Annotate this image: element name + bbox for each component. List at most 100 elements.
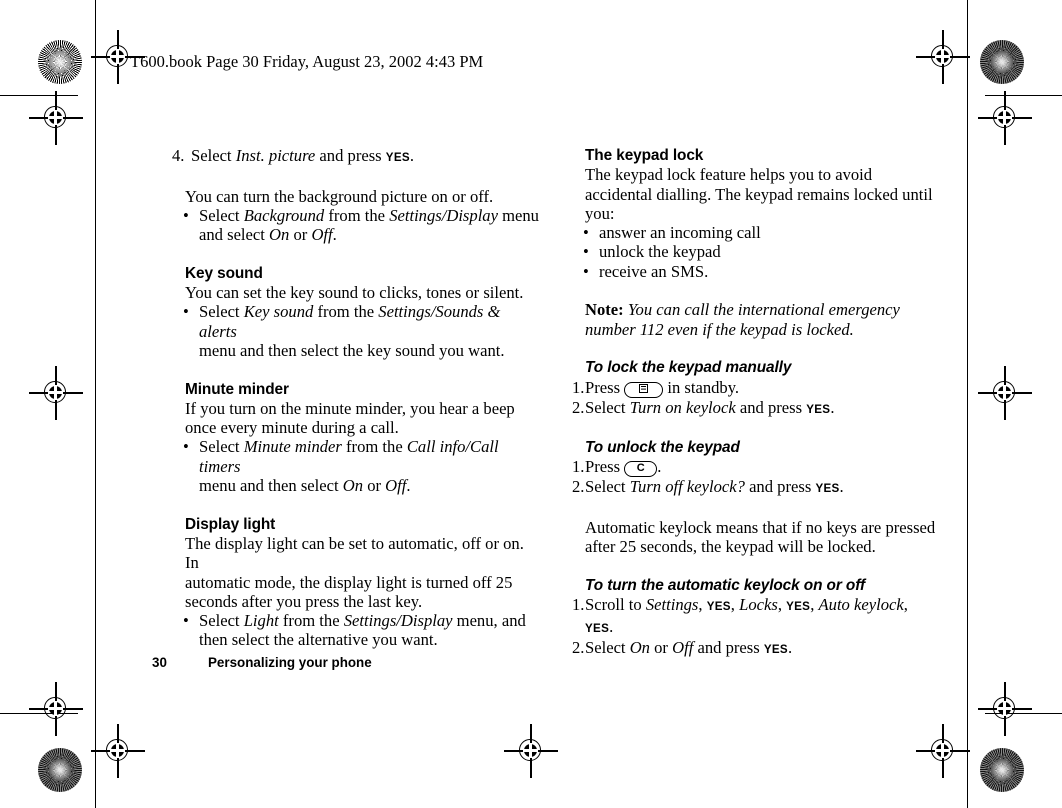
heading-to-unlock-keypad: To unlock the keypad [585,439,740,457]
page-number: 30 [152,655,167,670]
option-on: On [629,637,650,657]
note-block: Note: You can call the international eme… [585,300,939,339]
vertical-gap [165,360,539,379]
list-item-auto-step-2: 2. Select On or Off and press YES. [572,637,793,657]
registration-mark-left-lower [29,682,83,736]
heading-to-turn-automatic-keylock: To turn the automatic keylock on or off [585,576,865,594]
keypad-lock-description-line-2: accidental dialling. The keypad remains … [585,184,933,204]
menu-item-name: Turn on keylock [629,397,736,417]
list-item: • receive an SMS. [583,261,939,281]
menu-item-name: Light [243,611,279,631]
bullet-marker: • [583,261,589,281]
registration-mark-left-middle [29,366,83,420]
registration-mark-right-lower [978,682,1032,736]
trim-line-top-right-horizontal [985,95,1062,96]
print-density-target-bottom-right [980,748,1024,792]
list-item: • answer an incoming call [583,223,939,243]
clear-key-icon: C [624,461,658,478]
minute-minder-description-line-2: once every minute during a call. [185,418,399,438]
yes-key-label: YES [815,482,840,496]
heading-minute-minder: Minute minder [185,380,289,398]
menu-path: Settings/Display [343,611,453,631]
list-item: • unlock the keypad [583,242,939,262]
heading-to-lock-keypad-manually: To lock the keypad manually [585,359,792,377]
list-item-lock-step-2: 2. Select Turn on keylock and press YES. [572,397,835,417]
vertical-gap [165,167,539,186]
display-light-description-line-2: automatic mode, the display light is tur… [185,572,513,592]
list-marker: 2. [572,397,585,417]
left-text-column: 4. Select Inst. picture and press YES. Yo… [165,146,539,650]
list-item-lock-step-1: 1. Press in standby. [572,377,740,398]
vertical-gap [565,339,939,358]
vertical-gap [165,495,539,514]
yes-key-label: YES [786,600,811,614]
yes-key-label: YES [585,621,610,635]
background-description: You can turn the background picture on o… [185,186,494,206]
yes-key-label: YES [806,402,831,416]
list-item-auto-step-1: 1. Scroll to Settings, YES, Locks, YES, A… [572,595,908,636]
option-off: Off [672,637,694,657]
list-item-unlock-step-1: 1. Press C. [572,457,662,478]
menu-settings: Settings [645,595,699,615]
bullet-marker: • [183,611,189,631]
list-marker: 2. [572,477,585,497]
vertical-gap [565,557,939,576]
menu-locks: Locks [739,595,778,615]
list-item-step-4: 4. Select Inst. picture and press YES. [172,146,415,165]
option-off: Off [311,225,333,245]
note-text-line-1: You can call the international emergency [623,300,900,320]
registration-mark-bottom-right [916,724,970,778]
bullet-marker: • [583,242,589,262]
registration-mark-right-upper [978,91,1032,145]
display-light-description-line-1: The display light can be set to automati… [185,533,524,573]
registration-mark-top-right [916,30,970,84]
bullet-marker: • [583,223,589,243]
note-text-line-2: number 112 even if the keypad is locked. [585,319,854,339]
right-text-column: The keypad lock The keypad lock feature … [565,146,939,659]
registration-mark-bottom-center [504,724,558,778]
automatic-keylock-description-line-2: after 25 seconds, the keypad will be loc… [585,537,876,557]
heading-display-light: Display light [185,515,276,533]
option-off: Off [385,476,407,496]
menu-item-name: Background [243,205,325,225]
list-item-minute-minder: • Select Minute minder from the Call info… [183,437,499,496]
menu-key-icon [624,381,664,398]
display-light-description-line-3: seconds after you press the last key. [185,591,423,611]
list-item-label: answer an incoming call [599,223,761,243]
print-density-target-top-right [980,40,1024,84]
registration-mark-bottom-left [91,724,145,778]
print-density-target-top-left [38,40,82,84]
trim-line-top-left-horizontal [0,95,78,96]
menu-item-name: Minute minder [243,437,342,457]
bullet-marker: • [183,205,189,225]
menu-item-name: Key sound [243,302,314,322]
automatic-keylock-description-line-1: Automatic keylock means that if no keys … [585,518,936,538]
list-item-background: • Select Background from the Settings/Dis… [183,205,539,245]
registration-mark-right-middle [978,366,1032,420]
menu-item-name: Inst. picture [235,146,316,165]
menu-auto-keylock: Auto keylock [818,595,904,615]
trim-line-right-vertical [967,0,968,808]
list-item-key-sound: • Select Key sound from the Settings/Soun… [183,302,505,360]
vertical-gap [565,281,939,300]
registration-mark-left-upper [29,91,83,145]
heading-key-sound: Key sound [185,264,263,282]
list-marker: 1. [572,457,585,477]
vertical-gap [565,499,939,518]
menu-path: Settings/Display [389,205,498,225]
vertical-gap [165,244,539,263]
bullet-marker: • [183,437,189,457]
page-header-file-info: T600.book Page 30 Friday, August 23, 200… [130,52,484,71]
trim-line-left-vertical [95,0,96,808]
keypad-lock-description-line-1: The keypad lock feature helps you to avo… [585,165,873,185]
yes-key-label: YES [706,600,731,614]
list-marker: 1. [572,377,585,397]
list-item-display-light: • Select Light from the Settings/Display … [183,611,526,650]
bullet-marker: • [183,302,189,322]
yes-key-label: YES [763,642,788,656]
keypad-lock-description-line-3: you: [585,203,615,223]
minute-minder-description-line-1: If you turn on the minute minder, you he… [185,398,515,418]
print-density-target-bottom-left [38,748,82,792]
list-marker: 2. [572,637,585,657]
list-item-unlock-step-2: 2. Select Turn off keylock? and press YES… [572,477,844,497]
